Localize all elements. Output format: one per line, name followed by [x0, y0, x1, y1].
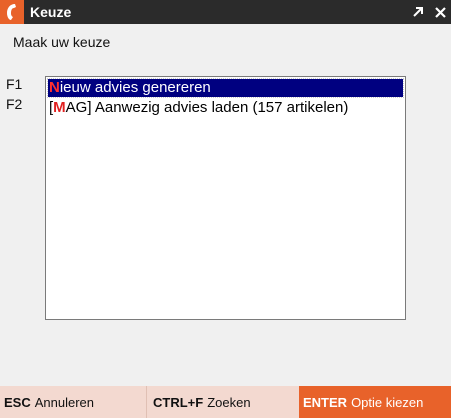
item-hotkey: N [49, 79, 60, 96]
choose-option-button[interactable]: ENTER Optie kiezen [299, 386, 451, 418]
cancel-button[interactable]: ESC Annuleren [0, 386, 147, 418]
item-label: ieuw advies genereren [59, 79, 211, 96]
list-item-load-existing-advice[interactable]: [MAG] Aanwezig advies laden (157 artikel… [48, 99, 403, 117]
fkey-label-f1: F1 [6, 76, 23, 92]
prompt-label: Maak uw keuze [13, 34, 111, 50]
phone-handset-icon [0, 0, 24, 24]
item-label: AG] Aanwezig advies laden (157 artikelen… [65, 99, 349, 116]
cancel-key: ESC [4, 394, 31, 410]
enter-label: Optie kiezen [351, 394, 424, 410]
footer-bar: ESC Annuleren CTRL+F Zoeken ENTER Optie … [0, 386, 451, 418]
options-listbox[interactable]: Nieuw advies genereren [MAG] Aanwezig ad… [45, 76, 406, 320]
search-label: Zoeken [207, 394, 251, 410]
search-button[interactable]: CTRL+F Zoeken [147, 386, 299, 418]
search-key: CTRL+F [153, 394, 204, 410]
item-hotkey: M [53, 99, 66, 116]
window-title: Keuze [30, 4, 72, 20]
cancel-label: Annuleren [34, 394, 95, 410]
maximize-icon[interactable] [407, 0, 429, 24]
enter-key: ENTER [303, 394, 348, 410]
list-item-new-advice[interactable]: Nieuw advies genereren [47, 78, 404, 98]
fkey-label-f2: F2 [6, 96, 23, 112]
close-icon[interactable] [429, 0, 451, 24]
function-key-labels: F1 F2 [6, 74, 22, 114]
title-bar: Keuze [0, 0, 451, 24]
